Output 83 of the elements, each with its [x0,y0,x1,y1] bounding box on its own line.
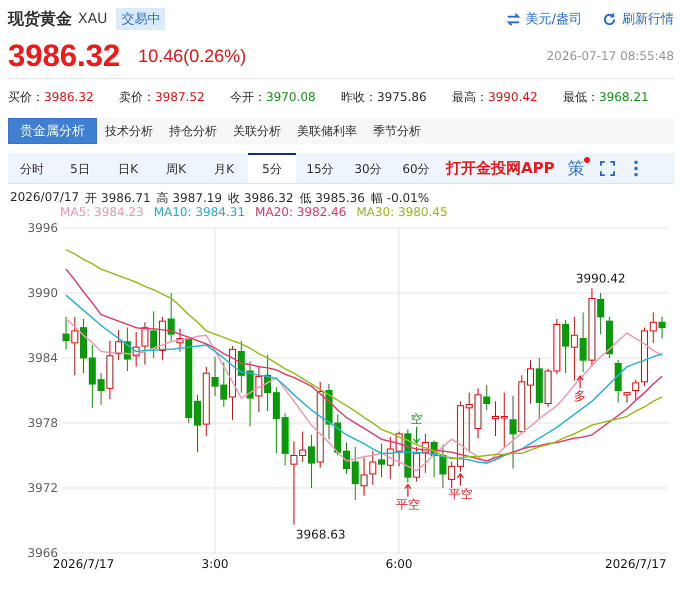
analysis-tab[interactable]: 关联分析 [225,118,289,144]
stat-label: 今开： [230,90,266,104]
period-tab[interactable]: 日K [104,153,152,183]
stat-value: 3986.32 [44,90,94,104]
period-tab[interactable]: 5日 [56,153,104,183]
bar-info-text: 2026/07/17 [10,190,80,205]
analysis-tab[interactable]: 技术分析 [97,118,161,144]
x-axis-label: 3:00 [202,557,228,571]
y-axis-label: 3984 [27,351,58,365]
price-extreme-label: 3990.42 [576,271,626,286]
period-tab[interactable]: 分时 [8,153,56,183]
y-axis-label: 3990 [27,286,58,300]
bar-info-text: 开 3986.71 [85,190,151,205]
period-tab[interactable]: 15分 [296,153,344,183]
stat-value: 3990.42 [488,90,538,104]
candlestick [369,450,376,486]
more-icon[interactable] [632,160,639,176]
trade-signal-label: 空 [410,412,423,426]
signal-arrow [404,484,412,497]
x-axis-label: 2026/7/17 [52,557,114,571]
period-tab[interactable]: 30分 [344,153,392,183]
stat-label: 买价： [8,90,44,104]
x-axis-label: 2026/7/17 [604,557,666,571]
candlestick [352,446,359,500]
stat-value: 3968.21 [599,90,649,104]
candlestick [62,316,70,350]
analysis-tab[interactable]: 持仓分析 [161,118,225,144]
refresh-link[interactable]: 刷新行情 [622,10,674,28]
y-axis-label: 3966 [27,546,58,560]
stat-value: 3970.08 [266,90,316,104]
ma-legend-text: MA5: 3984.23 [60,205,144,220]
candlestick [212,356,218,396]
app-link[interactable]: 打开金投网APP [446,158,555,178]
stat-value: 3987.52 [155,90,205,104]
symbol-label: XAU [78,11,108,27]
ma-legend-text: MA20: 3982.46 [255,205,346,220]
candlestick [202,366,210,436]
candlestick [518,374,526,434]
trade-signal-label: 平空 [396,498,420,512]
trade-signal-label: 多 [574,389,586,404]
period-tab[interactable]: 周K [152,153,200,183]
candlestick [360,457,368,496]
signal-arrow [576,375,584,388]
candlestick [500,392,508,448]
candlestick [658,316,666,339]
stat-value: 3975.86 [377,90,427,104]
swap-icon[interactable] [506,12,521,26]
strategy-button[interactable]: 策 [564,156,588,180]
unit-link[interactable]: 美元/盎司 [526,10,582,28]
trading-status-badge: 交易中 [116,8,166,30]
period-tab[interactable]: 月K [200,153,248,183]
x-axis-label: 6:00 [386,557,413,571]
refresh-icon[interactable] [602,12,617,26]
y-axis-label: 3978 [27,416,58,430]
candlestick [71,316,78,376]
candlestick [220,362,228,408]
period-tab[interactable]: 60分 [392,153,440,183]
bar-info-text: 收 3986.32 [228,190,294,205]
candlestick [650,312,657,344]
ma-legend-text: MA30: 3980.45 [356,205,448,220]
quote-time: 2026-07-17 08:55:48 [546,49,674,63]
y-axis-label: 3996 [27,221,58,235]
bar-info-text: 高 3987.19 [156,190,222,205]
stat-label: 卖价： [119,90,155,104]
stat-label: 昨收： [341,90,377,104]
signal-arrow [413,426,420,444]
bar-info-text: 低 3985.36 [299,190,365,205]
y-axis-label: 3972 [27,481,58,495]
signal-arrow [456,472,464,486]
trade-signal-label: 平空 [448,486,472,501]
analysis-tab[interactable]: 美联储利率 [289,118,365,144]
stat-label: 最高： [452,90,488,104]
stat-label: 最低： [563,90,599,104]
analysis-tab[interactable]: 季节分析 [365,118,429,144]
bar-info-text: 幅 -0.01% [370,190,430,205]
price-extreme-label: 3968.63 [296,528,346,542]
price-change: 10.46(0.26%) [138,46,246,66]
current-price: 3986.32 [8,38,120,74]
period-tab[interactable]: 5分 [248,153,296,183]
fullscreen-icon[interactable] [600,160,615,176]
ma-legend-text: MA10: 3984.31 [154,205,245,220]
analysis-tab[interactable]: 贵金属分析 [8,118,97,144]
instrument-title: 现货黄金 [8,8,72,30]
